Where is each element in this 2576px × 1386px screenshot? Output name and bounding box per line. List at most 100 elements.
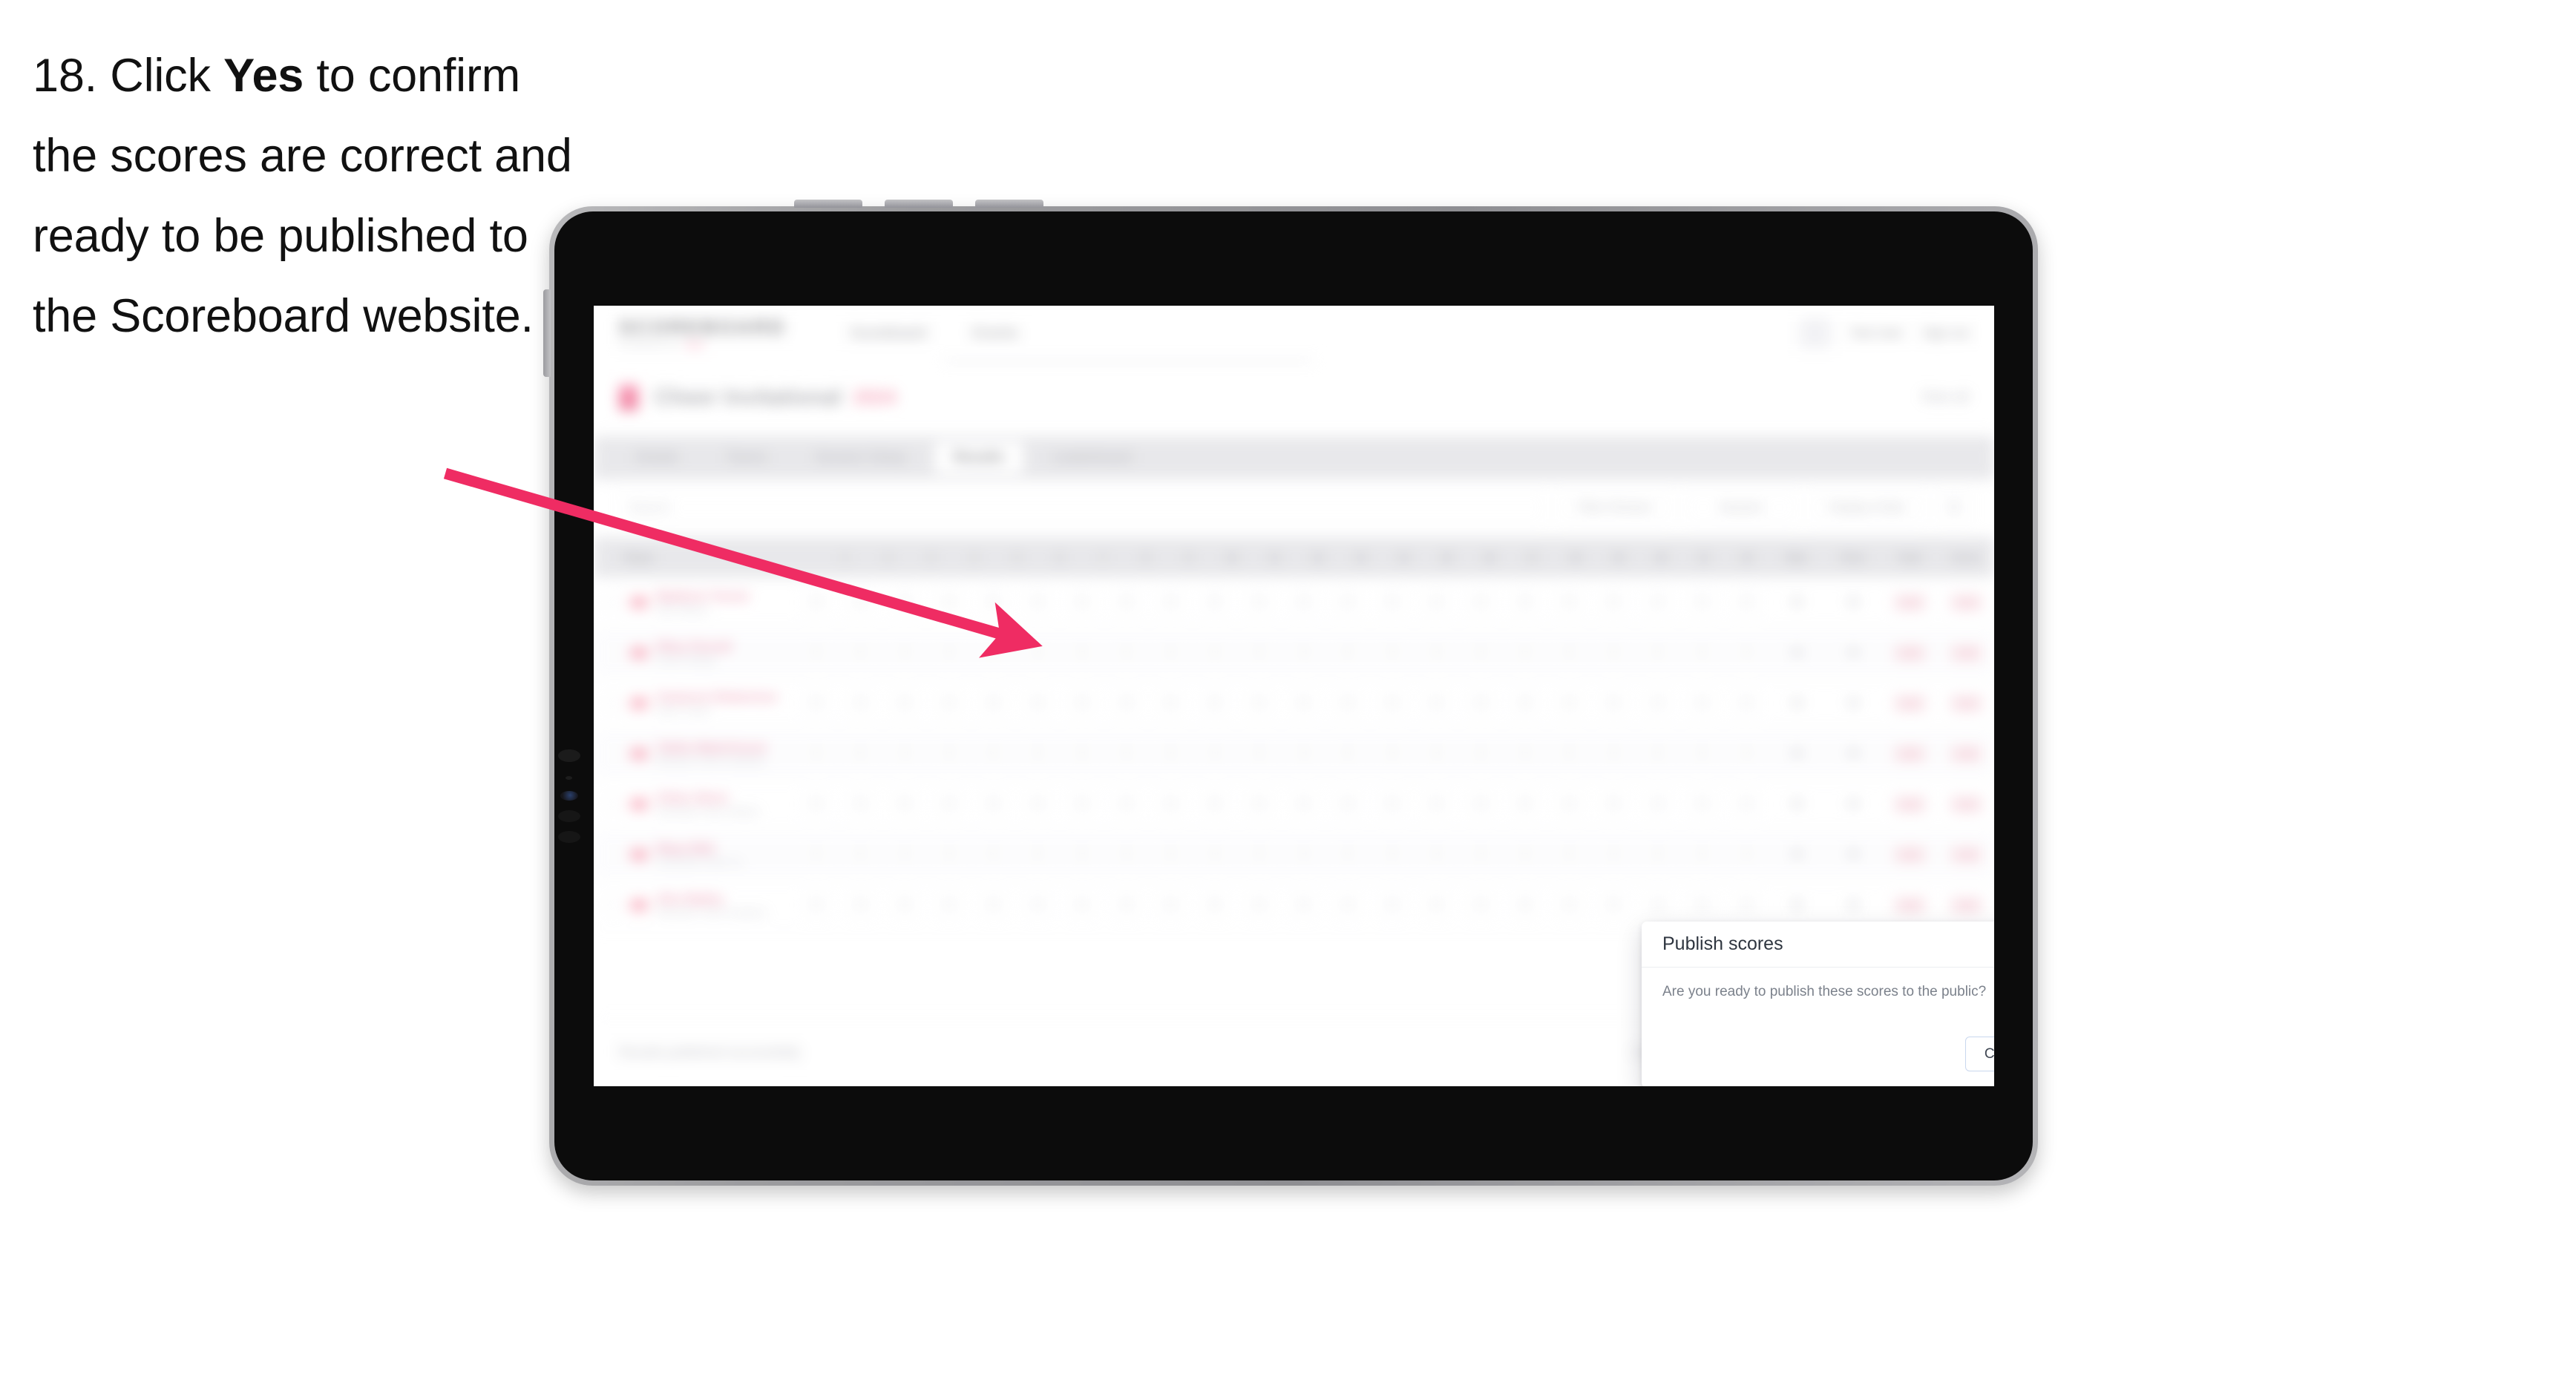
score-cell[interactable]: 9 bbox=[927, 741, 971, 766]
score-cell[interactable]: 9 bbox=[1060, 842, 1104, 867]
tablet-top-button-1[interactable] bbox=[794, 200, 862, 208]
score-cell[interactable]: 9 bbox=[1591, 792, 1636, 816]
score-cell[interactable]: 9 bbox=[971, 590, 1016, 614]
score-cell[interactable]: 9 bbox=[971, 842, 1016, 867]
score-cell[interactable]: 9 bbox=[1547, 792, 1592, 816]
tablet-top-button-3[interactable] bbox=[975, 200, 1043, 208]
score-cell[interactable]: 9 bbox=[927, 792, 971, 816]
score-cell[interactable]: 9 bbox=[1015, 590, 1060, 614]
score-cell[interactable]: 9 bbox=[1503, 842, 1547, 867]
score-cell[interactable]: 9 bbox=[1415, 590, 1459, 614]
score-cell[interactable]: 9 bbox=[1458, 640, 1503, 665]
score-cell[interactable]: 9 bbox=[1370, 842, 1415, 867]
nav-item-scoreboard[interactable]: Scoreboard bbox=[850, 325, 926, 342]
score-cell[interactable]: 9 bbox=[971, 640, 1016, 665]
score-cell[interactable]: 9 bbox=[1193, 842, 1237, 867]
score-cell[interactable]: 9 bbox=[1591, 640, 1636, 665]
score-cell[interactable]: 9 bbox=[1060, 741, 1104, 766]
score-cell[interactable]: 9 bbox=[1370, 590, 1415, 614]
score-cell[interactable]: 9 bbox=[1547, 893, 1592, 917]
score-cell[interactable]: 9 bbox=[1325, 590, 1370, 614]
score-cell[interactable]: 9 bbox=[1636, 893, 1680, 917]
score-cell[interactable]: 9 bbox=[1724, 590, 1769, 614]
score-cell[interactable]: 9 bbox=[839, 691, 883, 715]
score-cell[interactable]: 9 bbox=[1370, 640, 1415, 665]
score-cell[interactable]: 9 bbox=[1325, 842, 1370, 867]
score-cell[interactable]: 9 bbox=[1724, 842, 1769, 867]
score-cell[interactable]: 9 bbox=[1636, 842, 1680, 867]
score-cell[interactable]: 9 bbox=[1503, 893, 1547, 917]
score-cell[interactable]: 9 bbox=[927, 640, 971, 665]
score-cell[interactable]: 9 bbox=[1104, 741, 1149, 766]
score-cell[interactable]: 9 bbox=[1237, 842, 1282, 867]
score-cell[interactable]: 9 bbox=[1282, 691, 1326, 715]
score-cell[interactable]: 9 bbox=[1503, 691, 1547, 715]
filter-session-select[interactable]: Session bbox=[1684, 490, 1798, 525]
row-checkbox[interactable] bbox=[606, 795, 622, 812]
score-cell[interactable]: 9 bbox=[1060, 590, 1104, 614]
nav-item-events[interactable]: Events bbox=[972, 325, 1017, 342]
row-checkbox[interactable] bbox=[606, 694, 622, 712]
score-cell[interactable]: 9 bbox=[1193, 590, 1237, 614]
score-cell[interactable]: 9 bbox=[1680, 792, 1725, 816]
score-cell[interactable]: 9 bbox=[1193, 640, 1237, 665]
score-cell[interactable]: 9 bbox=[794, 691, 839, 715]
score-cell[interactable]: 9 bbox=[1015, 842, 1060, 867]
score-cell[interactable]: 9 bbox=[1591, 590, 1636, 614]
score-cell[interactable]: 9 bbox=[1415, 842, 1459, 867]
score-cell[interactable]: 9 bbox=[794, 590, 839, 614]
score-cell[interactable]: 9 bbox=[1237, 741, 1282, 766]
score-cell[interactable]: 9 bbox=[1237, 640, 1282, 665]
score-cell[interactable]: 9 bbox=[1458, 590, 1503, 614]
score-cell[interactable]: 9 bbox=[1547, 691, 1592, 715]
score-cell[interactable]: 9 bbox=[882, 842, 927, 867]
table-row[interactable]: Chloe Short Northside Cheer Allstars 9 9 9 9 9… bbox=[594, 779, 1994, 830]
score-cell[interactable]: 9 bbox=[1680, 590, 1725, 614]
score-cell[interactable]: 9 bbox=[1503, 741, 1547, 766]
tab-session-setup[interactable]: Session Setup bbox=[796, 442, 925, 473]
score-cell[interactable]: 9 bbox=[1415, 640, 1459, 665]
score-cell[interactable]: 9 bbox=[1237, 691, 1282, 715]
tab-teams[interactable]: Teams bbox=[707, 442, 787, 473]
score-cell[interactable]: 9 bbox=[1415, 741, 1459, 766]
score-cell[interactable]: 9 bbox=[1060, 893, 1104, 917]
score-cell[interactable]: 9 bbox=[1325, 741, 1370, 766]
score-cell[interactable]: 9 bbox=[1458, 741, 1503, 766]
table-row[interactable]: Riley Parnell Cheer Vikings 9 9 9 9 9 9 9 9 9 9 9 9 9 9… bbox=[594, 628, 1994, 678]
score-cell[interactable]: 9 bbox=[1060, 640, 1104, 665]
score-cell[interactable]: 9 bbox=[1724, 640, 1769, 665]
score-cell[interactable]: 9 bbox=[882, 893, 927, 917]
score-cell[interactable]: 9 bbox=[1104, 590, 1149, 614]
score-cell[interactable]: 9 bbox=[1636, 691, 1680, 715]
score-cell[interactable]: 9 bbox=[1282, 640, 1326, 665]
score-cell[interactable]: 9 bbox=[1547, 640, 1592, 665]
score-cell[interactable]: 9 bbox=[1325, 691, 1370, 715]
score-cell[interactable]: 9 bbox=[927, 590, 971, 614]
score-cell[interactable]: 9 bbox=[1591, 741, 1636, 766]
score-cell[interactable]: 9 bbox=[1591, 893, 1636, 917]
score-cell[interactable]: 9 bbox=[1237, 590, 1282, 614]
score-cell[interactable]: 9 bbox=[839, 792, 883, 816]
filter-settings-icon[interactable]: ☰ bbox=[1936, 490, 1972, 525]
score-cell[interactable]: 9 bbox=[794, 792, 839, 816]
score-cell[interactable]: 9 bbox=[1325, 792, 1370, 816]
tab-leaderboard[interactable]: Leaderboard bbox=[1032, 442, 1151, 473]
score-cell[interactable]: 9 bbox=[1547, 842, 1592, 867]
row-checkbox[interactable] bbox=[606, 745, 622, 762]
score-cell[interactable]: 9 bbox=[1325, 893, 1370, 917]
score-cell[interactable]: 9 bbox=[1547, 741, 1592, 766]
view-all-link[interactable]: View all bbox=[1921, 390, 1969, 406]
app-brand[interactable]: SCOREBOARD POWERED BY SFA bbox=[619, 316, 786, 350]
score-cell[interactable]: 9 bbox=[1282, 893, 1326, 917]
score-cell[interactable]: 9 bbox=[1591, 842, 1636, 867]
score-cell[interactable]: 9 bbox=[1193, 792, 1237, 816]
score-cell[interactable]: 9 bbox=[1015, 792, 1060, 816]
score-cell[interactable]: 9 bbox=[1060, 792, 1104, 816]
filter-division-select[interactable]: Filter Division bbox=[1558, 490, 1672, 525]
table-row[interactable]: Madison Turner Elite Allstars 9 9 9 9 9 9 9 9 9 9 9 9… bbox=[594, 577, 1994, 628]
score-cell[interactable]: 9 bbox=[1237, 792, 1282, 816]
score-cell[interactable]: 9 bbox=[1282, 590, 1326, 614]
score-cell[interactable]: 9 bbox=[1104, 691, 1149, 715]
score-cell[interactable]: 9 bbox=[1458, 842, 1503, 867]
score-cell[interactable]: 9 bbox=[882, 741, 927, 766]
